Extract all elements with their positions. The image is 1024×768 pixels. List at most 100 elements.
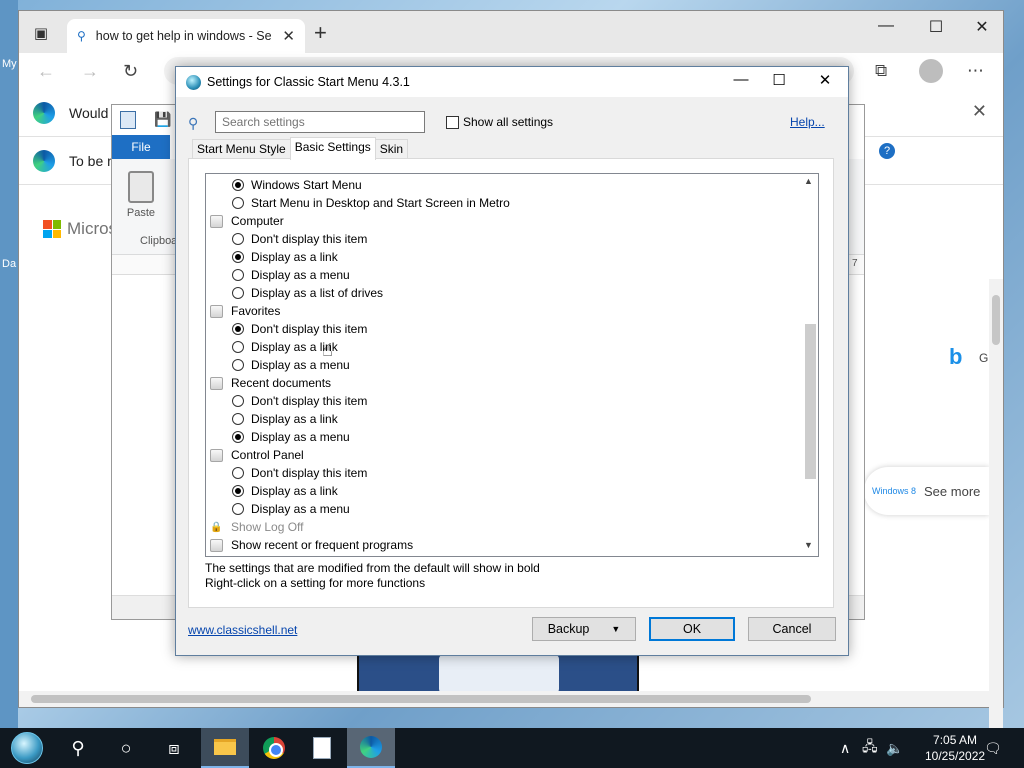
radio-checked-icon[interactable] (232, 431, 244, 443)
lock-icon: 🔒 (210, 521, 223, 533)
radio-unchecked-icon[interactable] (232, 359, 244, 371)
tree-radio-option[interactable]: Start Menu in Desktop and Start Screen i… (232, 194, 510, 212)
more-options-icon[interactable]: ⋯ (967, 61, 984, 81)
close-infobar-icon[interactable]: ✕ (972, 101, 987, 122)
tree-radio-option[interactable]: Windows Start Menu (232, 176, 362, 194)
page-horizontal-scrollbar[interactable] (19, 691, 1003, 707)
start-button[interactable] (3, 728, 51, 768)
tree-scrollbar[interactable]: ▲ ▼ (802, 174, 818, 556)
maximize-button[interactable]: ☐ (921, 17, 951, 37)
volume-icon[interactable]: 🔈 (886, 728, 903, 768)
tree-radio-option[interactable]: Don't display this item (232, 392, 367, 410)
tab-actions-icon[interactable]: ▣ (31, 23, 51, 43)
browser-titlebar: ▣ ⚲ how to get help in windows - Se ✕ + … (19, 11, 1003, 53)
ok-button[interactable]: OK (649, 617, 735, 641)
tree-radio-option[interactable]: Don't display this item (232, 464, 367, 482)
dialog-title: Settings for Classic Start Menu 4.3.1 (207, 75, 410, 89)
back-arrow-icon[interactable]: ← (37, 61, 55, 82)
edge-logo-icon (33, 101, 55, 124)
dialog-minimize-button[interactable]: — (726, 71, 756, 88)
radio-unchecked-icon[interactable] (232, 413, 244, 425)
refresh-icon[interactable]: ↻ (123, 61, 138, 82)
wordpad-taskbar-icon[interactable] (298, 728, 346, 768)
scroll-down-arrow-icon[interactable]: ▼ (804, 540, 813, 550)
tree-radio-option[interactable]: Display as a menu (232, 500, 350, 518)
backup-button[interactable]: Backup ▼ (532, 617, 636, 641)
classic-shell-icon (186, 74, 201, 90)
paste-button[interactable]: Paste (124, 171, 158, 219)
collections-icon[interactable]: ⧉ (875, 61, 887, 81)
classicshell-website-link[interactable]: www.classicshell.net (188, 623, 297, 637)
show-hidden-icons[interactable]: ∧ (840, 728, 850, 768)
close-button[interactable]: ✕ (967, 17, 997, 37)
chrome-icon[interactable] (250, 728, 298, 768)
forward-arrow-icon[interactable]: → (81, 61, 99, 82)
tree-radio-option[interactable]: Display as a menu (232, 428, 350, 446)
minimize-button[interactable]: — (871, 17, 901, 35)
tree-item-label: Control Panel (231, 448, 304, 462)
file-tab[interactable]: File (112, 135, 170, 159)
help-circle-icon[interactable]: ? (879, 143, 895, 159)
tree-item-label: Show Log Off (231, 520, 304, 534)
scrollbar-thumb[interactable] (31, 695, 811, 703)
tree-radio-option[interactable]: Don't display this item (232, 230, 367, 248)
tab-skin[interactable]: Skin (374, 139, 409, 160)
tree-radio-option[interactable]: Display as a link (232, 410, 338, 428)
radio-checked-icon[interactable] (232, 323, 244, 335)
search-taskbar-icon[interactable]: ⚲ (54, 728, 102, 768)
desktop-icon-label: Da (2, 258, 17, 270)
task-view-icon[interactable]: ⧈ (150, 728, 198, 768)
tree-radio-option[interactable]: Display as a link (232, 482, 338, 500)
radio-unchecked-icon[interactable] (232, 287, 244, 299)
bing-icon[interactable]: b (949, 344, 962, 370)
dialog-maximize-button[interactable]: ☐ (764, 71, 794, 89)
checkbox-icon[interactable] (446, 115, 459, 129)
cancel-button[interactable]: Cancel (748, 617, 836, 641)
close-tab-icon[interactable]: ✕ (282, 27, 295, 45)
radio-unchecked-icon[interactable] (232, 233, 244, 245)
cortana-icon[interactable]: ○ (102, 728, 150, 768)
radio-unchecked-icon[interactable] (232, 467, 244, 479)
scroll-up-arrow-icon[interactable]: ▲ (804, 176, 813, 186)
radio-unchecked-icon[interactable] (232, 269, 244, 281)
radio-checked-icon[interactable] (232, 179, 244, 191)
help-link[interactable]: Help... (790, 115, 825, 129)
see-more-card[interactable]: Windows 8 See more (864, 467, 989, 515)
tree-item-label: Don't display this item (251, 466, 368, 480)
tree-locked-item[interactable]: 🔒 Show Log Off (210, 518, 304, 536)
search-settings-input[interactable] (215, 111, 425, 133)
tree-radio-option[interactable]: Don't display this item (232, 320, 367, 338)
scrollbar-thumb[interactable] (992, 295, 1000, 345)
save-icon[interactable]: 💾 (154, 111, 171, 128)
new-tab-button[interactable]: + (314, 22, 327, 44)
tab-basic-settings[interactable]: Basic Settings (289, 137, 376, 160)
file-explorer-icon[interactable] (201, 728, 249, 768)
settings-tabs: Start Menu Style Basic Settings Skin (192, 137, 409, 160)
tree-category[interactable]: Recent documents (210, 374, 331, 392)
tree-radio-option[interactable]: Display as a link (232, 248, 338, 266)
tree-category[interactable]: Control Panel (210, 446, 304, 464)
network-icon[interactable]: 🖧 (862, 728, 878, 768)
radio-unchecked-icon[interactable] (232, 341, 244, 353)
show-all-settings-checkbox[interactable]: Show all settings (446, 115, 553, 129)
tree-category[interactable]: Show recent or frequent programs (210, 536, 413, 554)
edge-taskbar-icon[interactable] (347, 728, 395, 768)
radio-checked-icon[interactable] (232, 251, 244, 263)
tree-radio-option[interactable]: Display as a list of drives (232, 284, 383, 302)
radio-unchecked-icon[interactable] (232, 503, 244, 515)
radio-checked-icon[interactable] (232, 485, 244, 497)
tree-category[interactable]: Computer (210, 212, 284, 230)
tab-start-menu-style[interactable]: Start Menu Style (192, 139, 291, 160)
dialog-close-button[interactable]: ✕ (810, 71, 840, 89)
radio-unchecked-icon[interactable] (232, 395, 244, 407)
radio-unchecked-icon[interactable] (232, 197, 244, 209)
scrollbar-thumb[interactable] (805, 324, 816, 479)
tree-radio-option[interactable]: Display as a menu (232, 266, 350, 284)
tree-item-label: Display as a link (251, 412, 338, 426)
tree-item-label: Computer (231, 214, 284, 228)
notifications-icon[interactable]: 🗨 (984, 728, 1002, 768)
tree-category[interactable]: Favorites (210, 302, 280, 320)
browser-tab[interactable]: ⚲ how to get help in windows - Se ✕ (67, 19, 305, 53)
system-clock[interactable]: 7:05 AM 10/25/2022 (925, 732, 985, 764)
profile-avatar[interactable] (919, 59, 943, 83)
